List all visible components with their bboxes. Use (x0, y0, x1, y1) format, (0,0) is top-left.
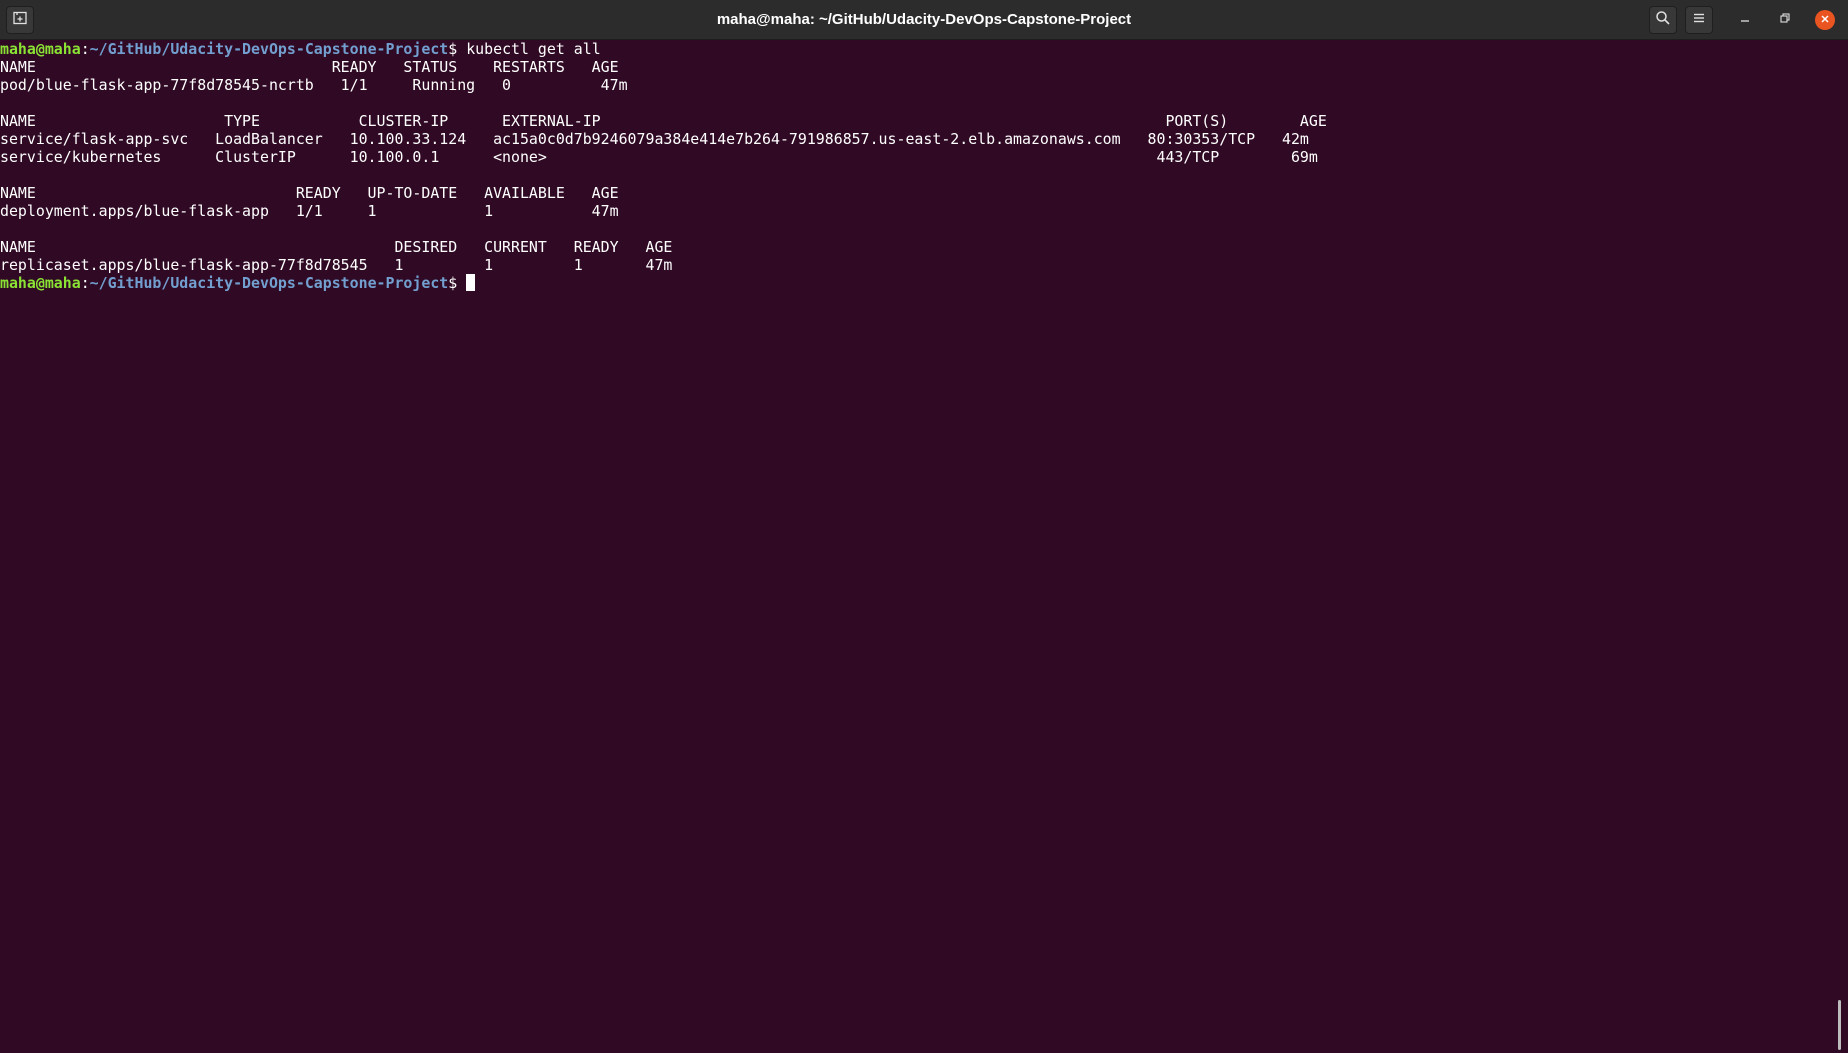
output-line: replicaset.apps/blue-flask-app-77f8d7854… (0, 256, 673, 274)
scrollbar[interactable] (1838, 1000, 1841, 1050)
maximize-button[interactable] (1771, 6, 1799, 34)
close-icon (1820, 11, 1830, 29)
output-line: service/kubernetes ClusterIP 10.100.0.1 … (0, 148, 1318, 166)
menu-button[interactable] (1685, 6, 1713, 34)
prompt-line[interactable]: maha@maha:~/GitHub/Udacity-DevOps-Capsto… (0, 274, 1838, 292)
close-button[interactable] (1815, 10, 1835, 30)
minimize-button[interactable] (1731, 6, 1759, 34)
prompt-colon: : (80, 274, 90, 292)
output-line: NAME DESIRED CURRENT READY AGE (0, 238, 673, 256)
hamburger-menu-icon (1691, 10, 1707, 31)
prompt-path: ~/GitHub/Udacity-DevOps-Capstone-Project (89, 274, 449, 292)
output-line: NAME READY UP-TO-DATE AVAILABLE AGE (0, 184, 619, 202)
prompt-user-host: maha@maha (0, 274, 81, 292)
search-icon (1655, 10, 1671, 31)
command-line: maha@maha:~/GitHub/Udacity-DevOps-Capsto… (0, 40, 1838, 58)
minimize-icon (1739, 11, 1751, 29)
output-line: NAME TYPE CLUSTER-IP EXTERNAL-IP PORT(S)… (0, 112, 1327, 130)
maximize-icon (1779, 11, 1791, 29)
window-title: maha@maha: ~/GitHub/Udacity-DevOps-Capst… (716, 11, 1132, 28)
command-text: kubectl get all (466, 40, 601, 58)
output-line: deployment.apps/blue-flask-app 1/1 1 1 4… (0, 202, 619, 220)
title-bar[interactable]: maha@maha: ~/GitHub/Udacity-DevOps-Capst… (0, 0, 1848, 40)
output-line: service/flask-app-svc LoadBalancer 10.10… (0, 130, 1309, 148)
terminal-window: maha@maha: ~/GitHub/Udacity-DevOps-Capst… (0, 0, 1848, 1053)
terminal-output[interactable]: maha@maha:~/GitHub/Udacity-DevOps-Capsto… (0, 40, 1838, 1053)
search-button[interactable] (1649, 6, 1677, 34)
prompt-dollar: $ (448, 40, 467, 58)
prompt-path: ~/GitHub/Udacity-DevOps-Capstone-Project (89, 40, 449, 58)
prompt-user-host: maha@maha (0, 40, 81, 58)
prompt-colon: : (80, 40, 90, 58)
prompt-dollar: $ (448, 274, 467, 292)
output-line: pod/blue-flask-app-77f8d78545-ncrtb 1/1 … (0, 76, 628, 94)
text-cursor (466, 274, 476, 291)
output-line: NAME READY STATUS RESTARTS AGE (0, 58, 619, 76)
